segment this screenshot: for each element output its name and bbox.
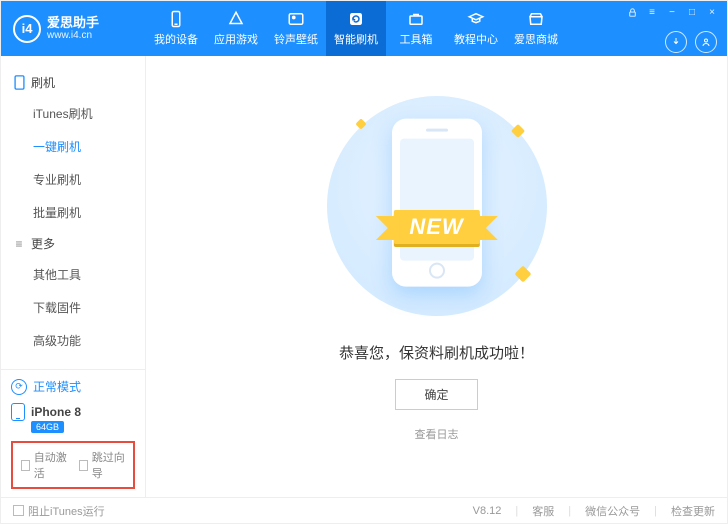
sidebar-footer: ⟳ 正常模式 iPhone 8 64GB 自动激活: [1, 369, 145, 497]
briefcase-icon: [407, 10, 425, 28]
header-action-icons: [665, 31, 717, 53]
menu-lines-icon: ≡: [13, 237, 25, 251]
image-icon: [287, 10, 305, 28]
sidebar-item-other-tools[interactable]: 其他工具: [1, 258, 145, 291]
graduation-icon: [467, 10, 485, 28]
refresh-circle-icon: ⟳: [11, 379, 27, 395]
storage-badge: 64GB: [31, 421, 64, 433]
nav-label: 工具箱: [400, 31, 433, 47]
checkbox-icon: [79, 460, 88, 471]
nav-ringtones[interactable]: 铃声壁纸: [266, 1, 326, 56]
sidebar-item-itunes-flash[interactable]: iTunes刷机: [1, 97, 145, 130]
sidebar-scroll: 刷机 iTunes刷机 一键刷机 专业刷机 批量刷机 ≡ 更多 其他工具 下载固…: [1, 56, 145, 369]
device-info[interactable]: iPhone 8 64GB: [11, 403, 135, 433]
ribbon-text: NEW: [393, 210, 479, 244]
nav-store[interactable]: 爱思商城: [506, 1, 566, 56]
content-area: 刷机 iTunes刷机 一键刷机 专业刷机 批量刷机 ≡ 更多 其他工具 下载固…: [1, 56, 727, 497]
user-icon[interactable]: [695, 31, 717, 53]
check-update-link[interactable]: 检查更新: [671, 503, 715, 519]
sidebar-group-flash[interactable]: 刷机: [1, 68, 145, 97]
checkbox-icon: [21, 460, 30, 471]
store-icon: [527, 10, 545, 28]
mode-label: 正常模式: [33, 378, 81, 395]
sidebar-item-download-firmware[interactable]: 下载固件: [1, 291, 145, 324]
checkbox-auto-activate[interactable]: 自动激活: [21, 449, 67, 481]
top-nav: 我的设备 应用游戏 铃声壁纸 智能刷机 工具箱 教程中心: [146, 1, 566, 56]
device-phone-icon: [11, 403, 25, 421]
sidebar: 刷机 iTunes刷机 一键刷机 专业刷机 批量刷机 ≡ 更多 其他工具 下载固…: [1, 56, 146, 497]
title-bar: i4 爱思助手 www.i4.cn 我的设备 应用游戏 铃声壁纸 智能刷机: [1, 1, 727, 56]
app-url: www.i4.cn: [47, 30, 99, 41]
options-highlight-box: 自动激活 跳过向导: [11, 441, 135, 489]
refresh-icon: [347, 10, 365, 28]
nav-apps[interactable]: 应用游戏: [206, 1, 266, 56]
sidebar-item-advanced[interactable]: 高级功能: [1, 324, 145, 357]
download-icon[interactable]: [665, 31, 687, 53]
app-window: i4 爱思助手 www.i4.cn 我的设备 应用游戏 铃声壁纸 智能刷机: [0, 0, 728, 524]
sidebar-item-oneclick-flash[interactable]: 一键刷机: [1, 130, 145, 163]
nav-label: 智能刷机: [334, 31, 378, 47]
group-title: 刷机: [31, 74, 55, 91]
nav-label: 我的设备: [154, 31, 198, 47]
footer-right: V8.12 | 客服 | 微信公众号 | 检查更新: [473, 503, 715, 519]
status-bar: 阻止iTunes运行 V8.12 | 客服 | 微信公众号 | 检查更新: [1, 497, 727, 523]
nav-toolbox[interactable]: 工具箱: [386, 1, 446, 56]
view-log-link[interactable]: 查看日志: [415, 426, 459, 442]
app-name: 爱思助手: [47, 16, 99, 30]
phone-illustration: [392, 119, 482, 287]
sidebar-item-batch-flash[interactable]: 批量刷机: [1, 196, 145, 229]
logo-text: 爱思助手 www.i4.cn: [47, 16, 99, 41]
app-store-icon: [227, 10, 245, 28]
checkbox-label: 阻止iTunes运行: [28, 503, 105, 519]
menu-button[interactable]: ≡: [645, 5, 659, 19]
main-panel: NEW 恭喜您，保资料刷机成功啦！ 确定 查看日志: [146, 56, 727, 497]
checkbox-label: 自动激活: [34, 449, 67, 481]
group-title: 更多: [31, 235, 55, 252]
nav-tutorials[interactable]: 教程中心: [446, 1, 506, 56]
minimize-button[interactable]: −: [665, 5, 679, 19]
checkbox-skip-guide[interactable]: 跳过向导: [79, 449, 125, 481]
nav-flash[interactable]: 智能刷机: [326, 1, 386, 56]
checkbox-label: 跳过向导: [92, 449, 125, 481]
device-mode[interactable]: ⟳ 正常模式: [11, 378, 135, 395]
nav-label: 教程中心: [454, 31, 498, 47]
support-link[interactable]: 客服: [532, 503, 554, 519]
checkbox-block-itunes[interactable]: 阻止iTunes运行: [13, 503, 105, 519]
ok-button[interactable]: 确定: [395, 379, 477, 410]
logo-badge: i4: [13, 15, 41, 43]
maximize-button[interactable]: □: [685, 5, 699, 19]
nav-label: 应用游戏: [214, 31, 258, 47]
nav-label: 铃声壁纸: [274, 31, 318, 47]
checkbox-icon: [13, 505, 24, 516]
lock-icon[interactable]: [625, 5, 639, 19]
success-message: 恭喜您，保资料刷机成功啦！: [339, 342, 534, 363]
phone-icon: [167, 10, 185, 28]
app-logo: i4 爱思助手 www.i4.cn: [1, 1, 146, 56]
new-ribbon: NEW: [393, 210, 479, 244]
phone-outline-icon: [13, 75, 25, 90]
close-button[interactable]: ×: [705, 5, 719, 19]
wechat-link[interactable]: 微信公众号: [585, 503, 640, 519]
nav-my-device[interactable]: 我的设备: [146, 1, 206, 56]
sidebar-group-more[interactable]: ≡ 更多: [1, 229, 145, 258]
success-illustration: NEW: [327, 96, 547, 316]
version-label: V8.12: [473, 505, 502, 517]
device-name: iPhone 8: [31, 405, 81, 419]
nav-label: 爱思商城: [514, 31, 558, 47]
sidebar-item-pro-flash[interactable]: 专业刷机: [1, 163, 145, 196]
